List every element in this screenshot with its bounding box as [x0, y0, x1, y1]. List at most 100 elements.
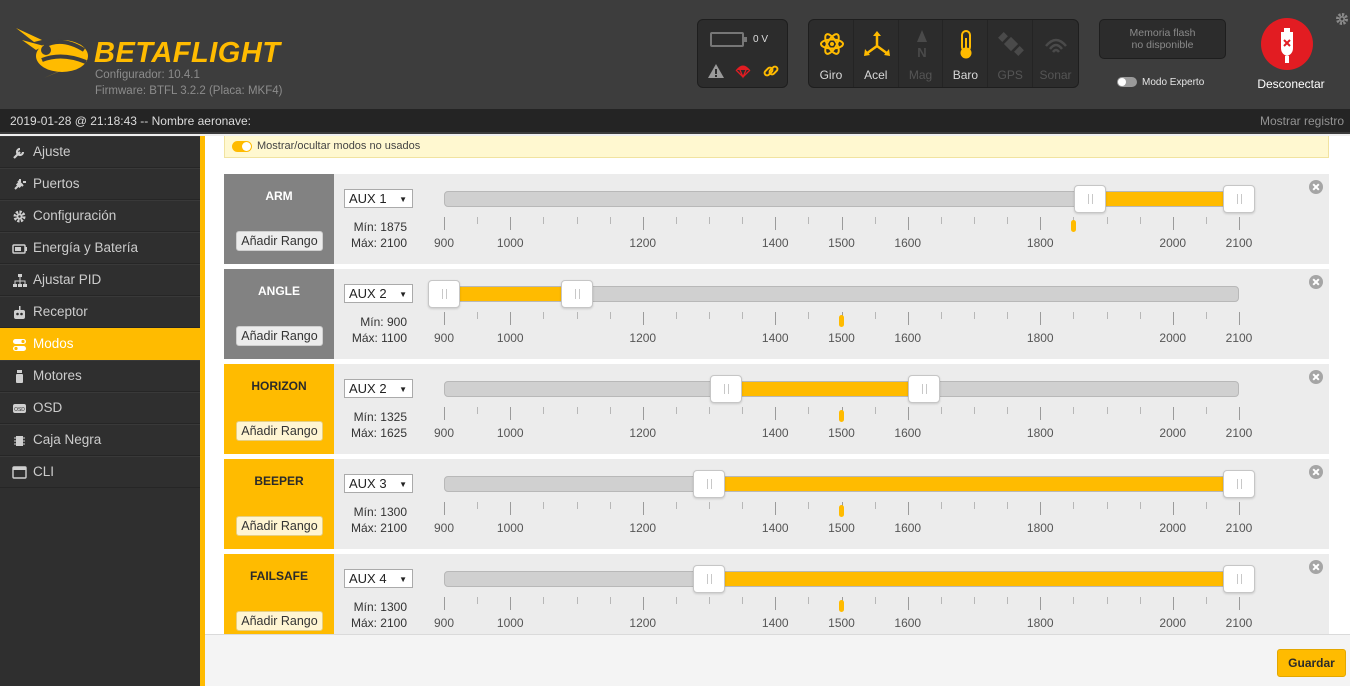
- add-range-button[interactable]: Añadir Rango: [236, 611, 323, 631]
- scale-tick: [940, 217, 942, 224]
- sidebar-item-ajustar-pid[interactable]: Ajustar PID: [0, 264, 200, 296]
- sidebar-item-receptor[interactable]: Receptor: [0, 296, 200, 328]
- range-max-handle[interactable]: [1223, 185, 1255, 213]
- disconnect-button[interactable]: Desconectar: [1254, 18, 1328, 98]
- remove-range-close-icon[interactable]: [1309, 370, 1323, 384]
- range-min-handle[interactable]: [709, 375, 742, 403]
- firmware-version: Firmware: BTFL 3.2.2 (Placa: MKF4): [95, 85, 283, 97]
- aux-channel-select[interactable]: AUX 1: [344, 189, 413, 208]
- sidebar-item-motores[interactable]: Motores: [0, 360, 200, 392]
- range-min-handle[interactable]: [693, 470, 725, 498]
- usb-disconnect-icon[interactable]: [1261, 18, 1313, 70]
- scale-tick: [1239, 407, 1240, 420]
- range-min-handle[interactable]: [1073, 185, 1106, 213]
- sidebar-item-configuración[interactable]: Configuración: [0, 200, 200, 232]
- svg-text:OSD: OSD: [14, 407, 25, 413]
- scale-tick: [675, 217, 677, 224]
- add-range-button[interactable]: Añadir Rango: [236, 326, 323, 346]
- range-max-handle[interactable]: [1223, 470, 1255, 498]
- aux-channel-select[interactable]: AUX 4: [344, 569, 413, 588]
- robot-icon: [14, 306, 25, 319]
- save-button[interactable]: Guardar: [1277, 649, 1346, 677]
- aux-channel-select[interactable]: AUX 2: [344, 379, 413, 398]
- aux-channel-select[interactable]: AUX 2: [344, 284, 413, 303]
- sensor-label: Acel: [864, 68, 888, 82]
- remove-range-close-icon[interactable]: [1309, 180, 1323, 194]
- add-range-button[interactable]: Añadir Rango: [236, 421, 323, 441]
- scale-tick: [510, 597, 512, 610]
- mode-title: FAILSAFE: [249, 569, 308, 583]
- remove-range-close-icon[interactable]: [1309, 465, 1323, 479]
- toggle-unused-modes-bar: Mostrar/ocultar modos no usados: [224, 136, 1329, 158]
- range-max-handle[interactable]: [1223, 565, 1255, 593]
- scale-tick-label: 2100: [1225, 616, 1253, 630]
- show-log-link[interactable]: Mostrar registro: [1260, 114, 1344, 128]
- range-max-handle[interactable]: [908, 375, 941, 403]
- scale-tick-label: 2000: [1159, 331, 1187, 345]
- add-range-button[interactable]: Añadir Rango: [236, 231, 323, 251]
- scale-tick: [940, 407, 942, 414]
- scale-tick-label: 1400: [761, 426, 789, 440]
- sidebar-item-caja-negra[interactable]: Caja Negra: [0, 424, 200, 456]
- disconnect-label: Desconectar: [1257, 77, 1325, 91]
- toggle-switch[interactable]: [232, 141, 252, 152]
- scale-tick: [477, 312, 479, 319]
- scale-tick: [974, 597, 975, 604]
- scale-tick: [1239, 502, 1240, 515]
- scale-tick: [609, 502, 611, 509]
- scale-tick: [1040, 312, 1042, 325]
- scale-tick: [874, 407, 876, 414]
- sidebar-item-osd[interactable]: OSD OSD: [0, 392, 200, 424]
- range-min-handle[interactable]: [693, 565, 725, 593]
- aux-channel-select[interactable]: AUX 3: [344, 474, 413, 493]
- flash-line: no disponible: [1131, 39, 1194, 51]
- remove-range-close-icon[interactable]: [1309, 275, 1323, 289]
- scale-tick: [1139, 597, 1141, 604]
- sensor-gyro: Giro: [809, 20, 854, 87]
- range-max-handle[interactable]: [560, 280, 593, 308]
- expert-mode-toggle[interactable]: Modo Experto: [1117, 77, 1204, 88]
- scale-tick: [1040, 597, 1042, 610]
- remove-range-close-icon[interactable]: [1309, 560, 1323, 574]
- scale-tick: [808, 502, 810, 509]
- scale-tick-label: 2100: [1225, 236, 1253, 250]
- sidebar-item-ajuste[interactable]: Ajuste: [0, 136, 200, 168]
- mode-title: ARM: [265, 189, 293, 203]
- scale-tick: [1205, 312, 1207, 319]
- scale-tick: [874, 597, 876, 604]
- svg-text:N: N: [917, 45, 926, 58]
- sidebar-item-modos[interactable]: Modos: [0, 328, 200, 360]
- channel-position-marker: [1070, 220, 1076, 232]
- gyro-icon: [820, 33, 844, 55]
- scale-tick-label: 1800: [1026, 521, 1054, 535]
- sidebar-item-puertos[interactable]: Puertos: [0, 168, 200, 200]
- scale-tick: [1139, 502, 1141, 509]
- add-range-button[interactable]: Añadir Rango: [236, 516, 323, 536]
- scale-tick-label: 900: [433, 331, 455, 345]
- scale-tick: [709, 217, 710, 224]
- mode-row-failsafe: FAILSAFE Añadir Rango AUX 4 Mín: 1300 Máx: 2…: [224, 554, 1329, 634]
- sidebar-item-label: CLI: [33, 464, 55, 479]
- scale-tick-label: 1800: [1026, 426, 1054, 440]
- scale-tick-label: 1500: [828, 426, 855, 440]
- range-values: Mín: 1300 Máx: 2100: [350, 504, 407, 536]
- sensor-label: Sonar: [1039, 68, 1072, 82]
- range-min-handle[interactable]: [428, 280, 460, 308]
- scale-tick: [444, 312, 445, 325]
- sidebar-item-cli[interactable]: CLI: [0, 456, 200, 488]
- mode-row-horizon: HORIZON Añadir Rango AUX 2 Mín: 1325 Máx: 16…: [224, 364, 1329, 454]
- scale-tick-label: 1500: [828, 236, 855, 250]
- scale-tick: [808, 407, 810, 414]
- sidebar-item-energía-y-batería[interactable]: Energía y Batería: [0, 232, 200, 264]
- sensor-sonar: Sonar: [1033, 20, 1078, 87]
- scale-tick: [543, 407, 545, 414]
- scale-tick: [477, 502, 479, 509]
- scale-tick: [1007, 312, 1009, 319]
- scale-tick: [1139, 407, 1141, 414]
- settings-gear-icon[interactable]: [1335, 12, 1349, 26]
- scale-tick: [642, 407, 644, 420]
- scale-tick: [1040, 502, 1042, 515]
- toggle-switch-icon[interactable]: [1117, 77, 1137, 88]
- scale-tick-label: 1600: [894, 616, 922, 630]
- scale-tick-label: 1500: [828, 521, 855, 535]
